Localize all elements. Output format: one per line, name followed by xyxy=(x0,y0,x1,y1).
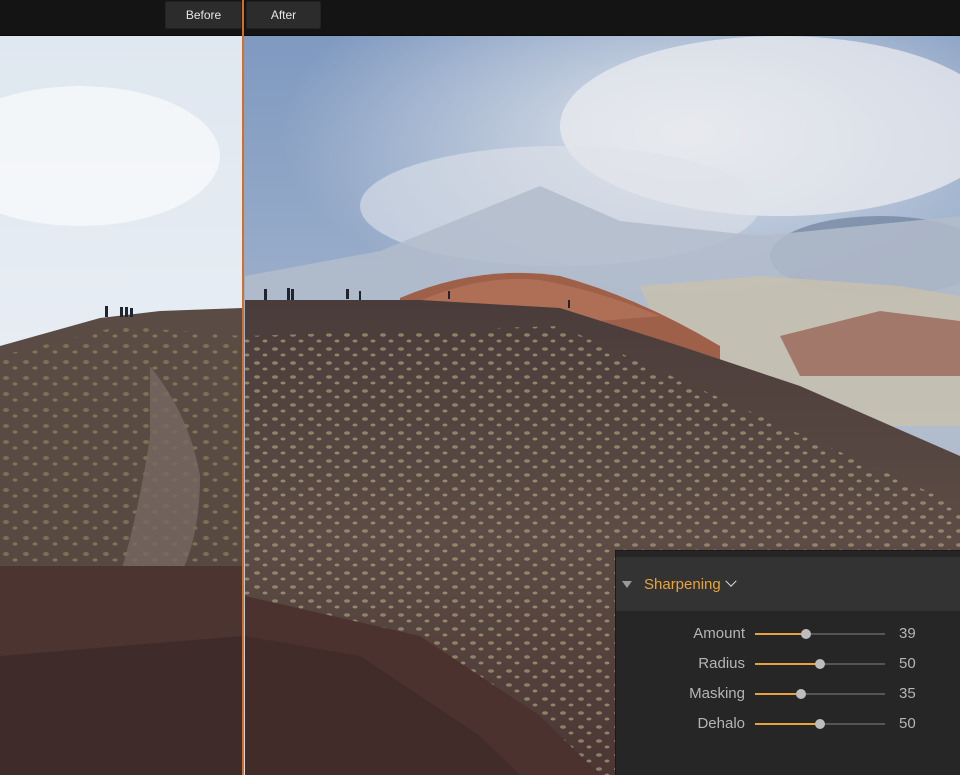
dehalo-slider[interactable] xyxy=(755,719,885,729)
before-photo xyxy=(0,36,242,775)
slider-fill xyxy=(755,663,820,665)
slider-value: 39 xyxy=(899,625,916,642)
slider-row-masking: Masking 35 xyxy=(616,679,960,709)
sharpening-panel: Sharpening Amount 39 Radius 50 Masking 35 Deha… xyxy=(615,550,960,775)
slider-value: 50 xyxy=(899,655,916,672)
slider-fill xyxy=(755,693,801,695)
slider-label: Dehalo xyxy=(697,715,745,732)
masking-slider[interactable] xyxy=(755,689,885,699)
collapse-arrow-icon[interactable] xyxy=(622,580,632,588)
slider-knob[interactable] xyxy=(796,689,806,699)
slider-knob[interactable] xyxy=(815,659,825,669)
compare-divider-handle[interactable] xyxy=(242,0,244,775)
slider-label: Masking xyxy=(689,685,745,702)
slider-label: Radius xyxy=(698,655,745,672)
chevron-down-icon[interactable] xyxy=(725,575,737,587)
slider-knob[interactable] xyxy=(801,629,811,639)
slider-row-amount: Amount 39 xyxy=(616,619,960,649)
slider-knob[interactable] xyxy=(815,719,825,729)
before-tab[interactable]: Before xyxy=(165,1,242,29)
after-tab[interactable]: After xyxy=(246,1,321,29)
slider-fill xyxy=(755,723,820,725)
slider-value: 35 xyxy=(899,685,916,702)
sharpening-title[interactable]: Sharpening xyxy=(644,576,721,593)
slider-row-radius: Radius 50 xyxy=(616,649,960,679)
radius-slider[interactable] xyxy=(755,659,885,669)
amount-slider[interactable] xyxy=(755,629,885,639)
sharpening-header: Sharpening xyxy=(616,557,960,611)
slider-label: Amount xyxy=(693,625,745,642)
slider-fill xyxy=(755,633,806,635)
slider-value: 50 xyxy=(899,715,916,732)
compare-toolbar: Before After xyxy=(0,0,960,36)
slider-row-dehalo: Dehalo 50 xyxy=(616,709,960,739)
